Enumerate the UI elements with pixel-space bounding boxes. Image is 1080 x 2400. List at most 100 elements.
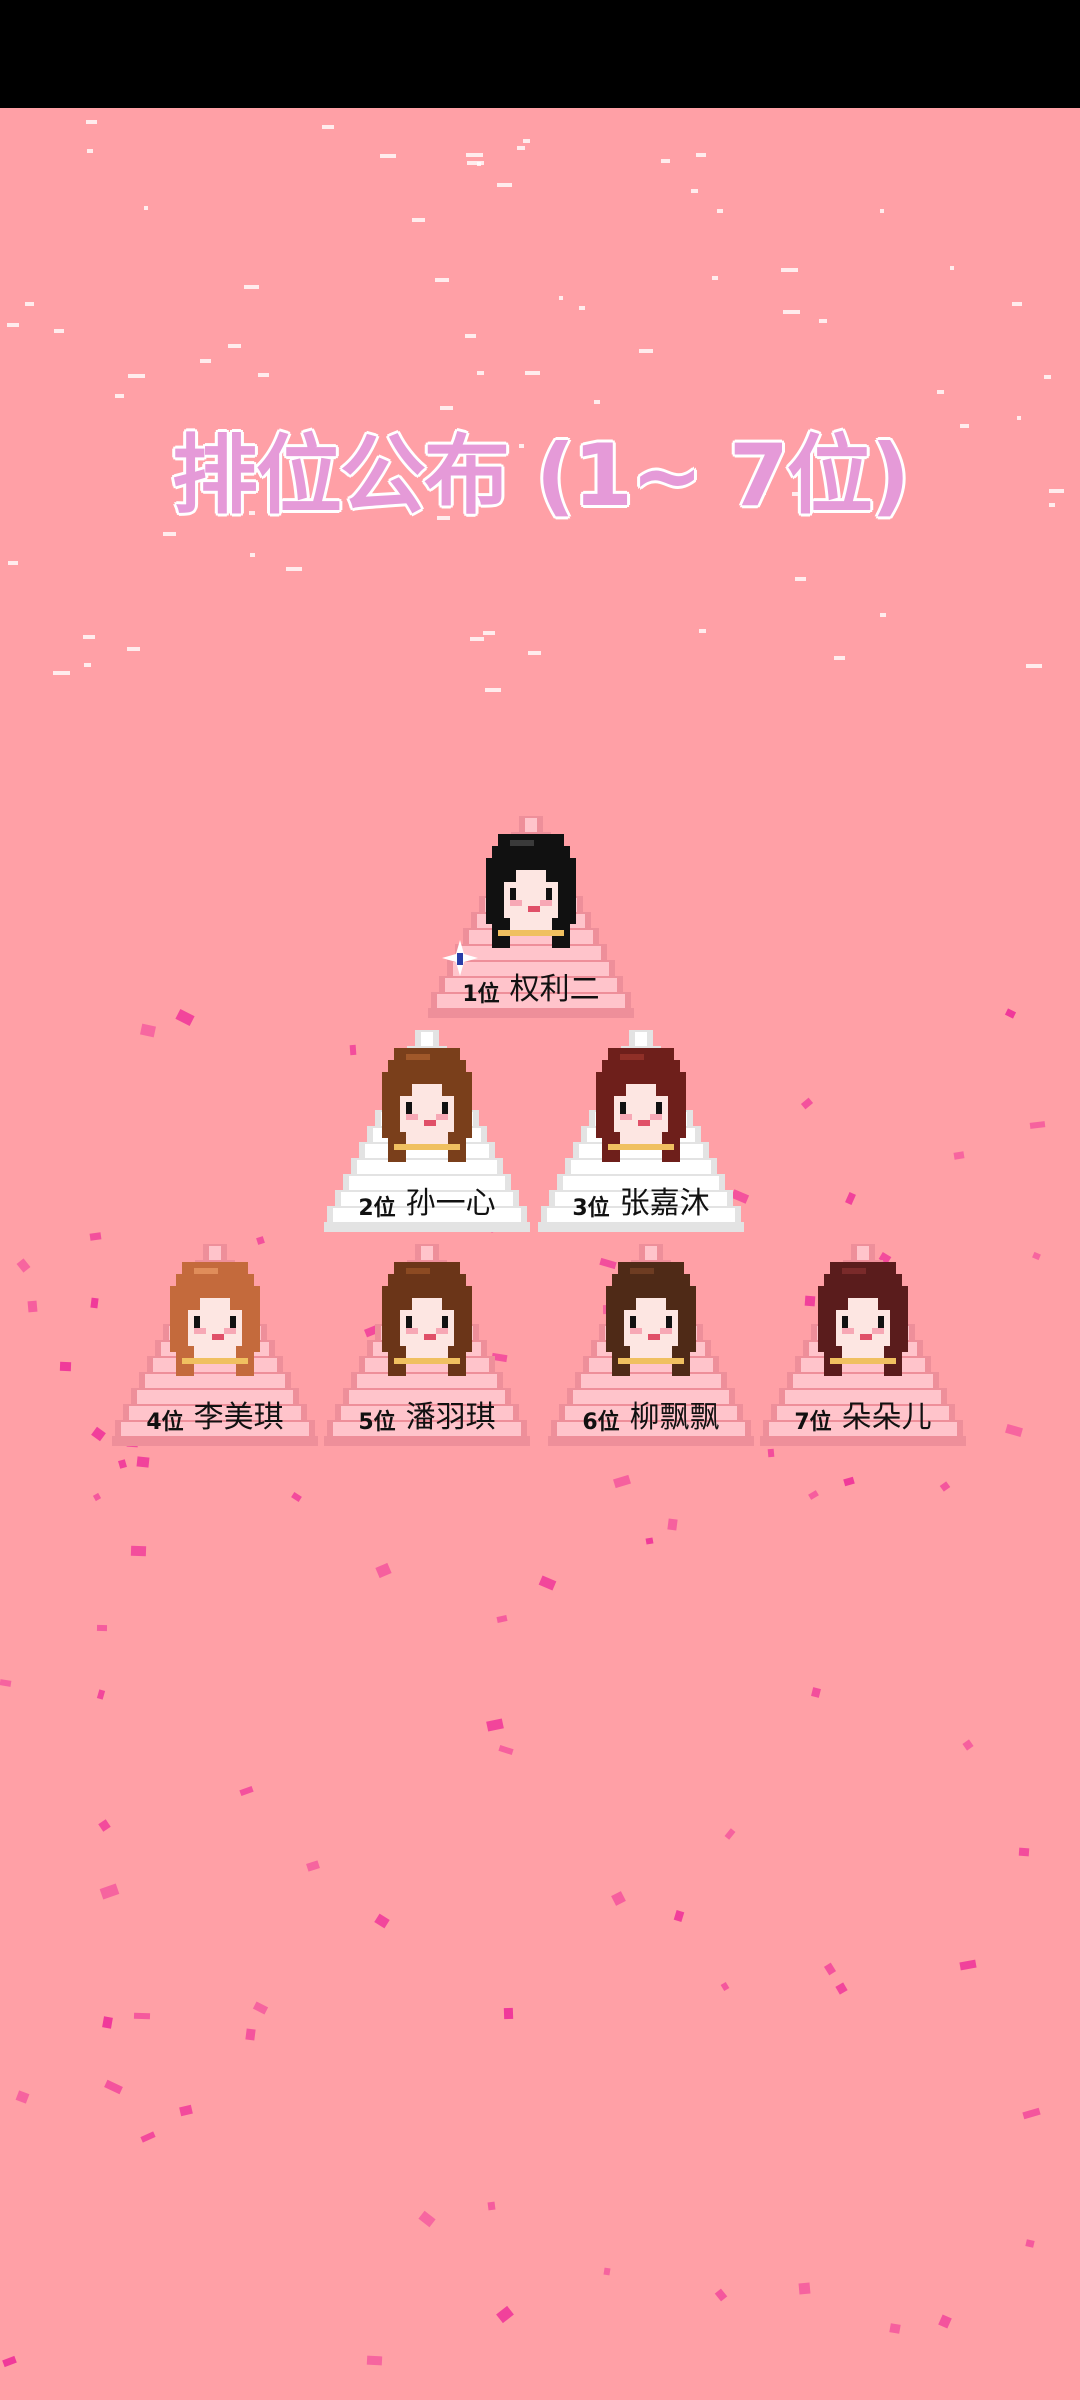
confetti-piece <box>712 276 718 280</box>
confetti-piece <box>880 613 886 617</box>
rank-label: 5位 <box>358 1410 396 1435</box>
confetti-piece <box>699 629 706 633</box>
confetti-piece <box>98 1819 111 1832</box>
confetti-piece <box>374 1913 390 1929</box>
confetti-piece <box>962 1739 974 1751</box>
confetti-piece <box>483 631 495 635</box>
confetti-piece <box>950 266 954 270</box>
confetti-piece <box>523 139 530 143</box>
rank-card-2[interactable]: 2位 孙一心 <box>324 1022 530 1236</box>
confetti-piece <box>1018 1847 1030 1857</box>
confetti-piece <box>798 2282 811 2295</box>
player-name: 张嘉沐 <box>619 1186 710 1221</box>
confetti-piece <box>538 1575 557 1591</box>
confetti-piece <box>1005 1423 1023 1438</box>
confetti-piece <box>880 209 884 213</box>
confetti-piece <box>603 2267 611 2276</box>
confetti-piece <box>286 567 302 571</box>
confetti-piece <box>16 1258 31 1273</box>
confetti-piece <box>487 2201 496 2211</box>
confetti-piece <box>1004 1008 1017 1019</box>
confetti-piece <box>89 1232 102 1241</box>
confetti-piece <box>435 278 449 282</box>
confetti-piece <box>467 161 484 165</box>
player-name: 柳飘飘 <box>629 1400 720 1435</box>
confetti-piece <box>953 1151 965 1160</box>
confetti-piece <box>1026 664 1042 668</box>
confetti-piece <box>128 374 145 378</box>
confetti-piece <box>91 1426 106 1442</box>
confetti-piece <box>691 189 698 193</box>
confetti-piece <box>84 663 91 667</box>
character-portrait <box>606 1262 696 1376</box>
confetti-piece <box>486 1718 504 1732</box>
confetti-piece <box>800 1097 814 1110</box>
confetti-piece <box>244 285 259 289</box>
confetti-piece <box>808 1490 819 1500</box>
confetti-piece <box>412 218 425 222</box>
confetti-piece <box>179 2104 193 2117</box>
confetti-piece <box>140 2131 156 2143</box>
rank-card-7[interactable]: 7位 朵朵儿 <box>760 1236 966 1450</box>
confetti-piece <box>717 209 723 213</box>
rank-label: 1位 <box>462 982 500 1007</box>
confetti-piece <box>200 359 211 363</box>
confetti-piece <box>465 334 476 338</box>
confetti-piece <box>239 1785 254 1797</box>
rank-card-3[interactable]: 3位 张嘉沐 <box>538 1022 744 1236</box>
confetti-piece <box>86 120 97 124</box>
confetti-piece <box>611 1891 626 1906</box>
confetti-piece <box>163 532 176 536</box>
player-name: 孙一心 <box>405 1186 496 1221</box>
confetti-piece <box>83 635 95 639</box>
confetti-piece <box>15 2090 30 2104</box>
confetti-piece <box>1029 1121 1046 1129</box>
confetti-piece <box>939 1481 951 1492</box>
confetti-piece <box>0 1679 12 1687</box>
confetti-piece <box>380 154 396 158</box>
player-name: 潘羽琪 <box>405 1400 496 1435</box>
confetti-piece <box>959 1959 977 1971</box>
confetti-piece <box>8 561 18 565</box>
confetti-piece <box>90 1297 99 1309</box>
confetti-piece <box>845 1192 856 1205</box>
confetti-piece <box>175 1008 195 1027</box>
confetti-piece <box>118 1459 127 1469</box>
player-name: 朵朵儿 <box>841 1400 932 1435</box>
rank-card-4[interactable]: 4位 李美琪 <box>112 1236 318 1450</box>
ranking-title: 排位公布 (1~ 7位) <box>171 426 910 526</box>
confetti-piece <box>559 296 563 300</box>
rank-label: 6位 <box>582 1410 620 1435</box>
confetti-piece <box>783 310 800 314</box>
confetti-piece <box>322 125 334 129</box>
confetti-piece <box>375 1562 392 1579</box>
player-name: 权利二 <box>509 972 600 1007</box>
confetti-piece <box>645 1537 654 1545</box>
confetti-piece <box>27 1300 38 1313</box>
confetti-piece <box>96 1689 106 1700</box>
rank-card-6[interactable]: 6位 柳飘飘 <box>548 1236 754 1450</box>
confetti-piece <box>485 688 501 692</box>
confetti-piece <box>720 1981 730 1992</box>
confetti-piece <box>517 146 525 150</box>
confetti-piece <box>418 2210 436 2228</box>
confetti-piece <box>466 153 483 157</box>
confetti-piece <box>258 373 269 377</box>
rank-card-5[interactable]: 5位 潘羽琪 <box>324 1236 530 1450</box>
confetti-piece <box>714 2288 728 2302</box>
confetti-piece <box>889 2323 901 2334</box>
confetti-piece <box>87 149 93 153</box>
confetti-piece <box>594 400 600 404</box>
confetti-piece <box>96 1624 108 1632</box>
player-name: 李美琪 <box>193 1400 284 1435</box>
confetti-piece <box>843 1476 855 1487</box>
confetti-piece <box>136 1456 150 1468</box>
confetti-piece <box>99 1883 120 1900</box>
confetti-piece <box>579 306 585 310</box>
confetti-piece <box>525 371 540 375</box>
rank-card-1[interactable]: 1位 权利二 <box>428 808 634 1022</box>
confetti-piece <box>115 394 124 398</box>
confetti-piece <box>639 349 653 353</box>
confetti-piece <box>819 319 827 323</box>
confetti-piece <box>496 1615 508 1623</box>
